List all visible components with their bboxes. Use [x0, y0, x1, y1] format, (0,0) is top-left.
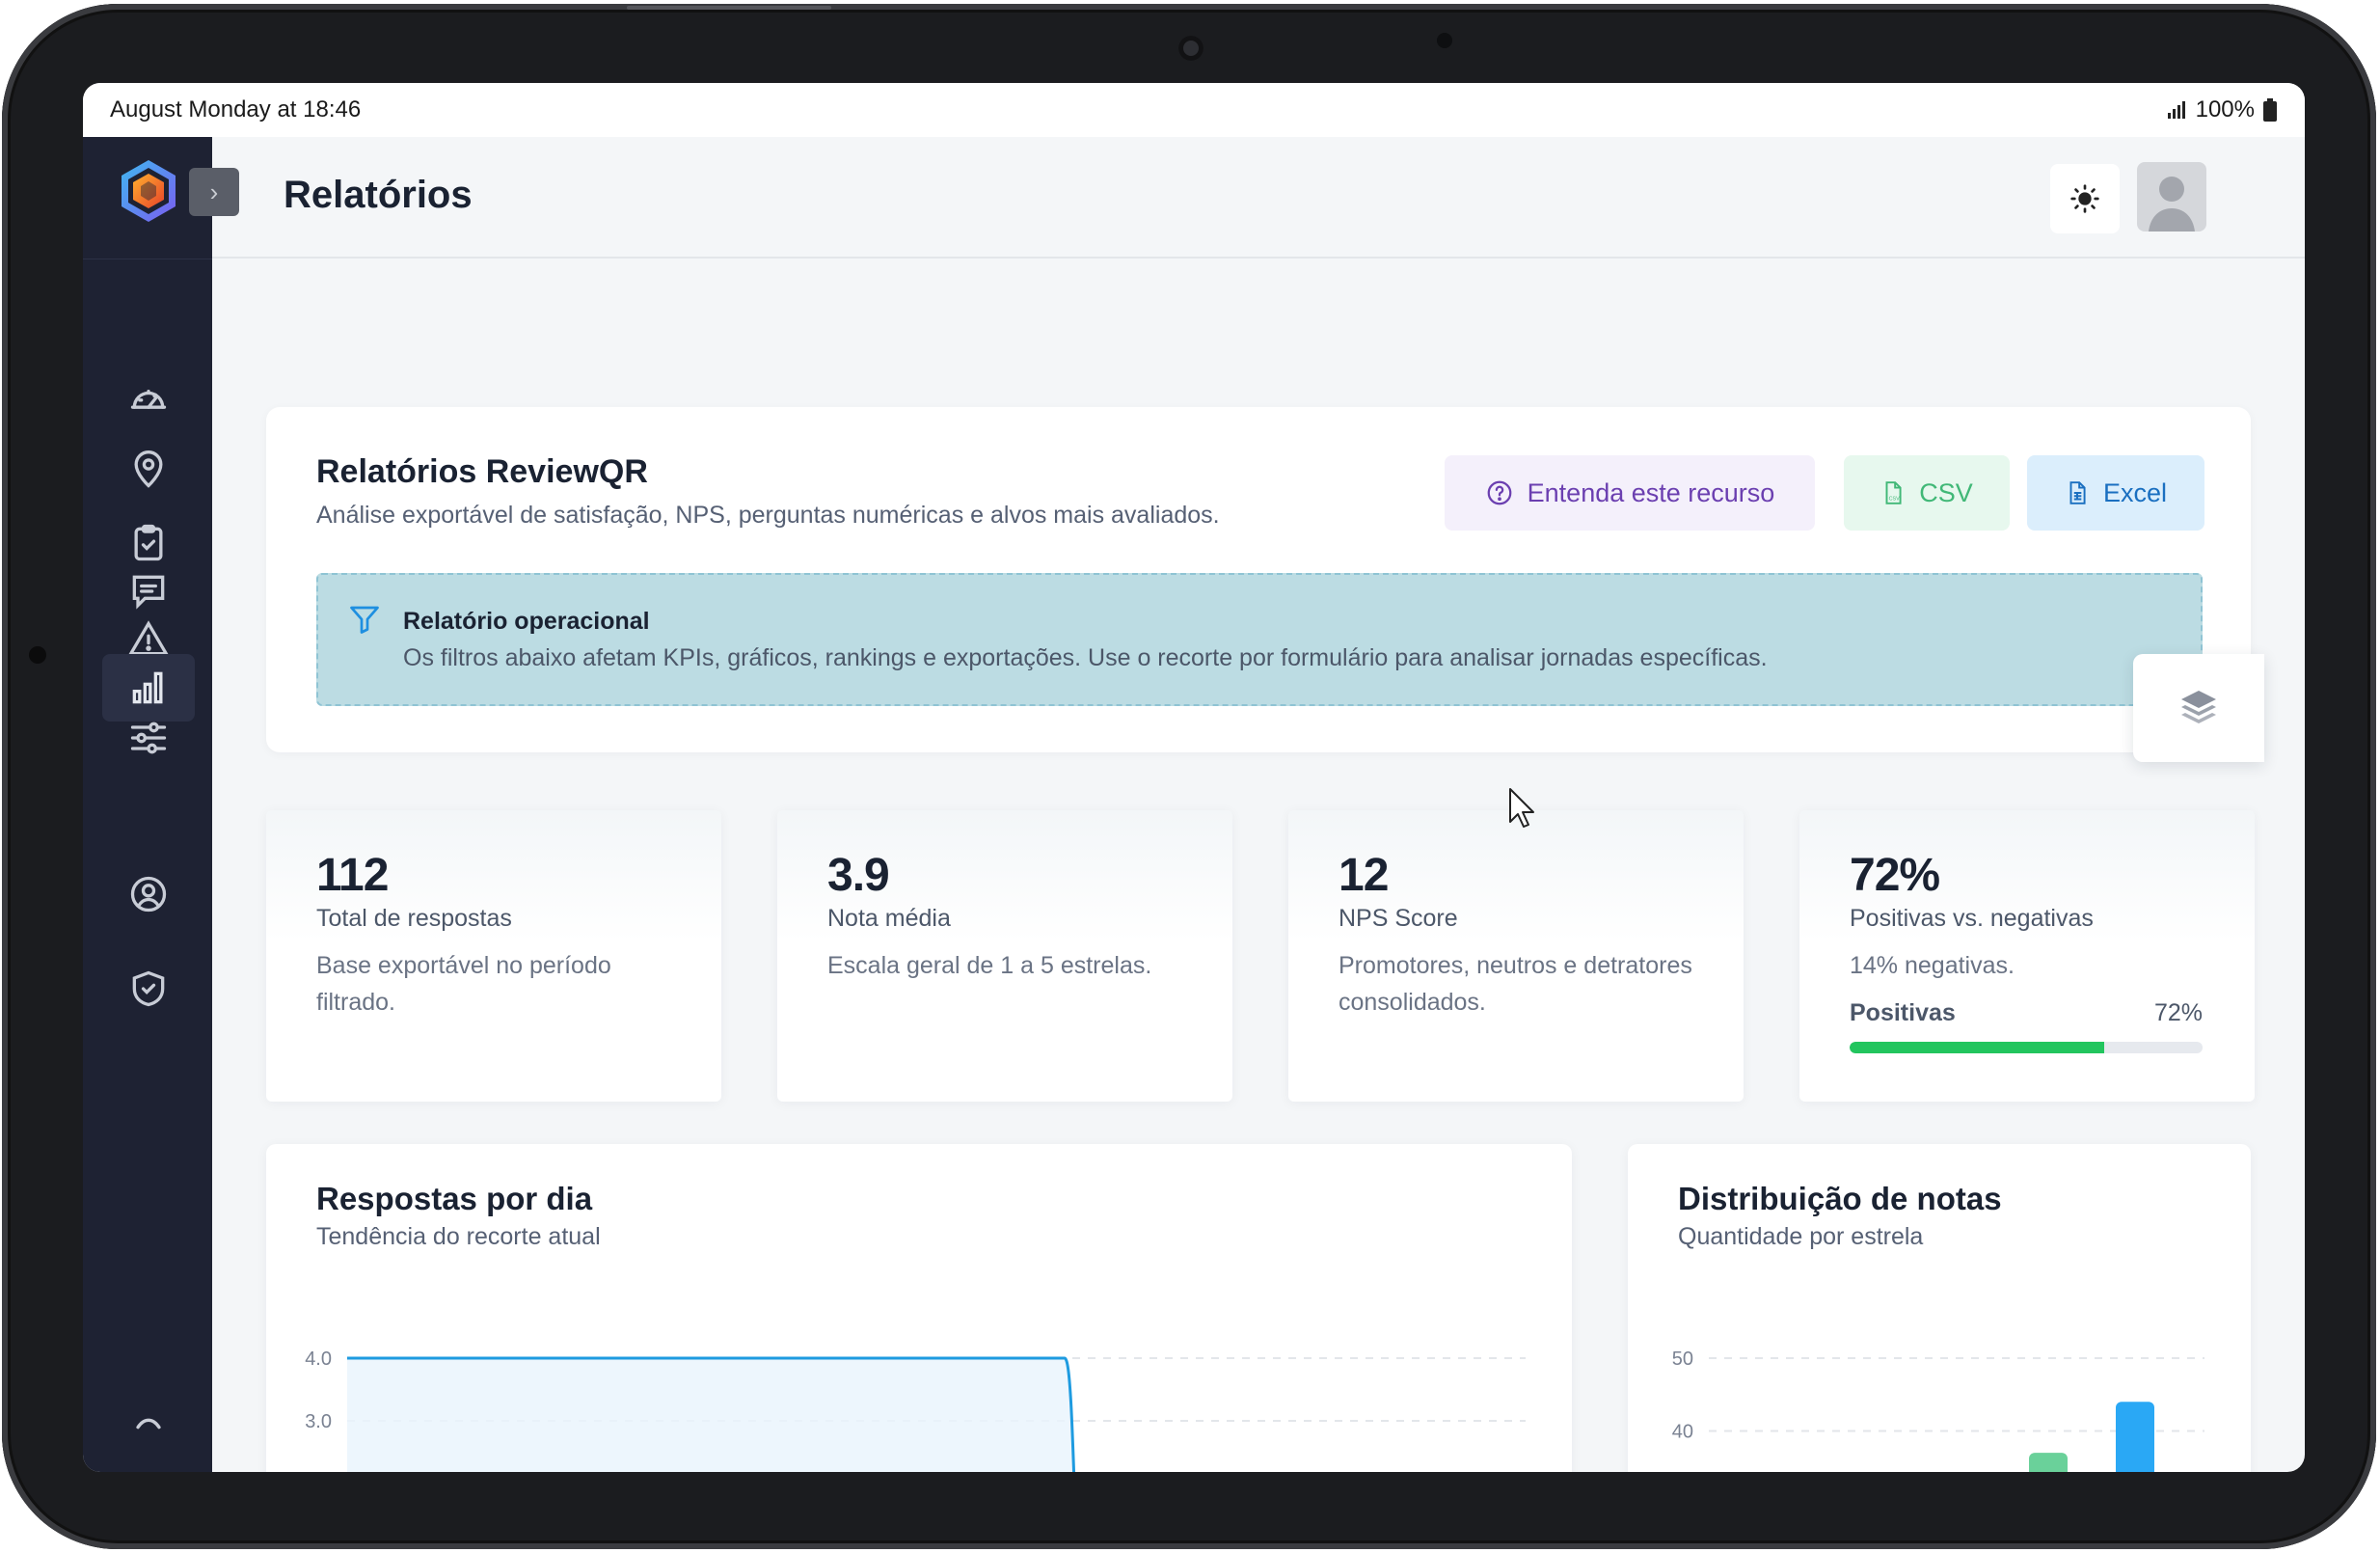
positive-progress-label: Positivas [1850, 999, 1956, 1026]
rating-distribution-card: Distribuição de notas Quantidade por est… [1628, 1144, 2251, 1472]
responses-per-day-card: Respostas por dia Tendência do recorte a… [266, 1144, 1572, 1472]
kpi-card-nps: 12 NPS Score Promotores, neutros e detra… [1288, 810, 1744, 1102]
kpi-description: 14% negativas. [1850, 952, 2015, 979]
app-logo[interactable] [116, 158, 181, 224]
sidebar-item-locations[interactable] [102, 436, 195, 504]
screen: August Monday at 18:46 100% › Relatórios… [83, 83, 2305, 1472]
kpi-card-sentiment: 72% Positivas vs. negativas 14% negativa… [1799, 810, 2255, 1102]
battery-icon [2263, 98, 2277, 122]
bar [2029, 1453, 2068, 1472]
info-banner: Relatório operacional Os filtros abaixo … [316, 573, 2203, 706]
kpi-description: Escala geral de 1 a 5 estrelas. [827, 952, 1152, 979]
info-title: Relatório operacional [403, 608, 650, 635]
y-tick-label: 3.0 [305, 1411, 332, 1432]
line-area [347, 1358, 1074, 1472]
kpi-description: Base exportável no período filtrado. [316, 952, 611, 1016]
sidebar-item-profile[interactable] [102, 860, 195, 928]
y-tick-label: 40 [1672, 1422, 1693, 1443]
kpi-card-total: 112 Total de respostas Base exportável n… [266, 810, 721, 1102]
export-csv-button[interactable]: CSV CSV [1844, 455, 2010, 531]
top-bar: Relatórios [212, 137, 2305, 259]
side-sensor [29, 646, 46, 664]
kpi-description: Promotores, neutros e detratores consoli… [1339, 952, 1692, 1016]
camera-sensor [1437, 33, 1452, 48]
filter-icon [350, 606, 379, 634]
csv-file-icon: CSV [1885, 481, 1902, 504]
kpi-label: Nota média [827, 905, 951, 932]
kpi-label: NPS Score [1339, 905, 1458, 932]
layers-icon [2181, 691, 2216, 723]
chevron-up-icon [136, 1418, 161, 1430]
status-time: August Monday at 18:46 [110, 96, 362, 123]
positive-progress-value: 72% [2153, 999, 2203, 1026]
sidebar-collapse-button[interactable]: › [189, 168, 239, 216]
main-content: Relatórios ReviewQR Análise exportável d… [212, 259, 2305, 1472]
shield-check-icon [132, 970, 165, 1007]
report-title: Relatórios ReviewQR [316, 453, 648, 490]
help-button-label: Entenda este recurso [1527, 477, 1775, 507]
sidebar-scroll-indicator[interactable] [102, 1403, 195, 1441]
report-header-card: Relatórios ReviewQR Análise exportável d… [266, 407, 2251, 752]
layers-floating-button[interactable] [2133, 654, 2264, 762]
sliders-icon [130, 722, 167, 754]
avatar[interactable] [2137, 162, 2206, 232]
kpi-value: 3.9 [827, 850, 890, 901]
bar [2116, 1402, 2154, 1472]
kpi-value: 12 [1339, 850, 1389, 901]
y-tick-label: 50 [1672, 1349, 1693, 1370]
map-pin-icon [134, 450, 163, 488]
status-right: 100% [2167, 96, 2278, 123]
excel-label: Excel [2102, 477, 2168, 507]
positive-progress-bar [1850, 1042, 2203, 1053]
kpi-card-average: 3.9 Nota média Escala geral de 1 a 5 est… [777, 810, 1232, 1102]
kpi-value: 72% [1850, 850, 1940, 901]
svg-text:CSV: CSV [1889, 497, 1901, 503]
sidebar-item-settings[interactable] [102, 704, 195, 772]
help-button[interactable]: Entenda este recurso [1445, 455, 1815, 531]
info-text: Os filtros abaixo afetam KPIs, gráficos,… [403, 644, 1768, 671]
sun-icon [2070, 184, 2099, 213]
report-subtitle: Análise exportável de satisfação, NPS, p… [316, 502, 1220, 529]
csv-label: CSV [1919, 477, 1973, 507]
front-camera [1178, 36, 1204, 61]
chevron-right-icon: › [209, 177, 219, 206]
signal-icon [2167, 101, 2185, 119]
user-circle-icon [130, 876, 167, 913]
export-excel-button[interactable]: Excel [2027, 455, 2204, 531]
sidebar-item-dashboard[interactable] [102, 365, 195, 432]
sidebar-item-security[interactable] [102, 955, 195, 1022]
tablet-frame: August Monday at 18:46 100% › Relatórios… [2, 4, 2376, 1549]
bar-chart-icon [132, 671, 163, 704]
kpi-label: Positivas vs. negativas [1850, 905, 2094, 932]
sidebar: › [83, 137, 239, 1472]
line-chart: 4.03.02.0 [305, 1349, 1526, 1472]
page-title: Relatórios [284, 174, 473, 216]
mouse-cursor [1509, 788, 1534, 828]
power-button [627, 6, 831, 10]
battery-percent: 100% [2195, 96, 2255, 123]
kpi-label: Total de respostas [316, 905, 512, 932]
positive-progress-label-row: Positivas 72% [1850, 999, 2203, 1027]
status-bar: August Monday at 18:46 100% [83, 83, 2305, 137]
question-circle-icon [1487, 480, 1512, 505]
gauge-icon [130, 390, 167, 409]
bar-chart: 504030 [1672, 1349, 2204, 1472]
y-tick-label: 4.0 [305, 1349, 332, 1370]
user-avatar-icon [2149, 177, 2195, 232]
positive-progress-fill [1850, 1042, 2104, 1053]
kpi-value: 112 [316, 850, 389, 901]
excel-file-icon [2069, 481, 2086, 504]
theme-toggle-button[interactable] [2050, 164, 2120, 233]
